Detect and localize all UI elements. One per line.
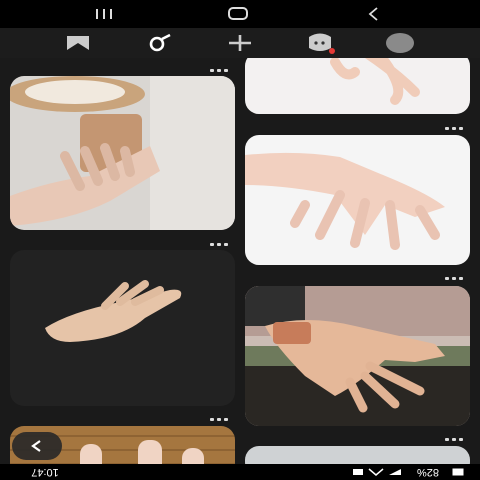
- tattoo-hand-photo[interactable]: [245, 286, 470, 426]
- avatar: [386, 33, 414, 53]
- signal-icon: [368, 468, 384, 476]
- notifications-icon[interactable]: [304, 31, 336, 55]
- more-options-icon[interactable]: [210, 416, 228, 422]
- dark-hand-photo[interactable]: [10, 250, 235, 406]
- more-options-icon[interactable]: [445, 436, 463, 442]
- clock: 10:47: [31, 466, 59, 478]
- tab-bar: [0, 28, 480, 58]
- bookmark-icon[interactable]: [62, 31, 94, 55]
- white-hand-photo[interactable]: [245, 135, 470, 265]
- battery-percentage: 82%: [416, 466, 440, 478]
- add-icon[interactable]: [224, 31, 256, 55]
- search-icon[interactable]: [144, 31, 176, 55]
- wifi-icon: [389, 469, 401, 475]
- white-hand-top-photo[interactable]: [245, 58, 470, 114]
- image-feed[interactable]: [0, 58, 480, 464]
- home-icon[interactable]: [228, 7, 248, 20]
- gray-card-photo[interactable]: [245, 446, 470, 464]
- more-options-icon[interactable]: [210, 241, 228, 247]
- back-icon[interactable]: [366, 6, 382, 22]
- more-options-icon[interactable]: [445, 275, 463, 281]
- status-bar: 10:47 82%: [0, 464, 480, 480]
- back-button[interactable]: [12, 432, 62, 460]
- coffee-hand-photo[interactable]: [10, 76, 235, 230]
- more-options-icon[interactable]: [210, 67, 228, 73]
- more-options-icon[interactable]: [445, 125, 463, 131]
- profile-icon[interactable]: [384, 31, 416, 55]
- notification-badge: [329, 48, 335, 54]
- recents-icon[interactable]: [95, 6, 113, 22]
- notification-icon: [353, 469, 363, 475]
- battery-icon: [452, 468, 464, 476]
- system-navigation-bar: [0, 0, 480, 28]
